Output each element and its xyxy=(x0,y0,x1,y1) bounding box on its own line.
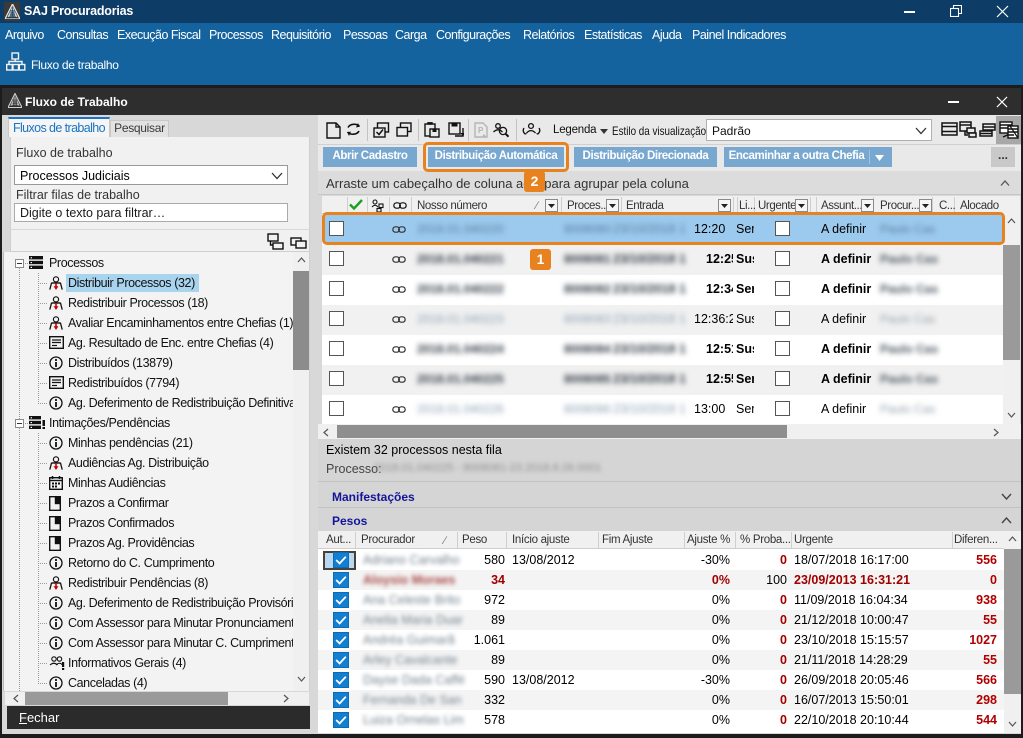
svg-text:P: P xyxy=(478,126,484,135)
